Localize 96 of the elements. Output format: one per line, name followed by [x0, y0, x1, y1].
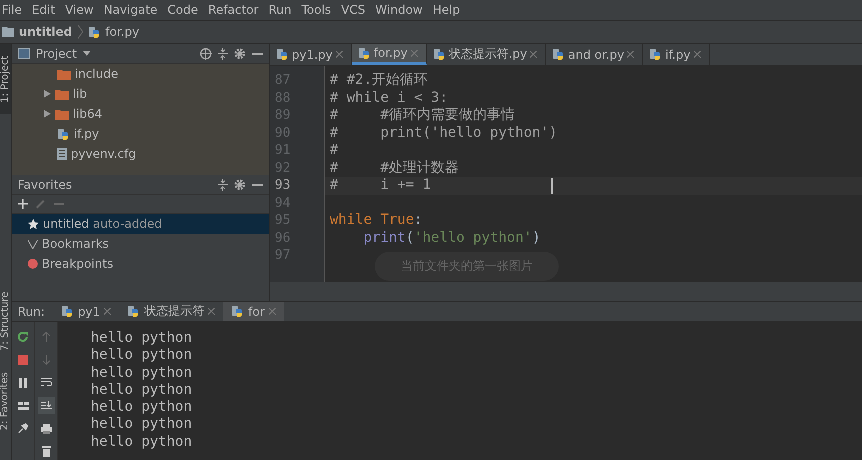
console-output-line: hello python: [91, 416, 192, 432]
folder-icon: [55, 88, 69, 100]
close-icon[interactable]: [336, 51, 343, 58]
tree-item[interactable]: lib: [12, 84, 269, 104]
dropdown-caret-icon[interactable]: [83, 51, 92, 56]
settings-icon[interactable]: [234, 48, 246, 60]
text-file-icon: [57, 148, 67, 160]
scroll-to-end-icon[interactable]: [40, 400, 52, 410]
python-file-icon: [231, 305, 244, 318]
folder-icon: [2, 27, 14, 37]
star-icon: [28, 218, 39, 230]
pin-icon[interactable]: [18, 423, 28, 434]
code-line: # #2.开始循环: [330, 72, 428, 88]
locate-icon[interactable]: [200, 48, 212, 60]
menu-item[interactable]: Window: [376, 3, 423, 17]
scroll-to-end-button[interactable]: [38, 397, 54, 414]
python-file-icon: [552, 48, 566, 61]
editor-tab[interactable]: for.py: [352, 44, 427, 65]
expand-arrow-icon[interactable]: [44, 90, 51, 98]
folder-icon: [57, 68, 71, 80]
breakpoint-icon: [28, 259, 38, 269]
pause-icon[interactable]: [19, 378, 27, 388]
tree-item[interactable]: pyvenv.cfg: [12, 144, 269, 164]
favorites-item[interactable]: untitled auto-added: [12, 214, 269, 234]
python-file-icon: [276, 48, 289, 61]
menu-item[interactable]: Run: [268, 3, 292, 17]
line-number: 93: [274, 177, 292, 194]
side-tab[interactable]: 2: Favorites: [0, 360, 11, 442]
console-output-line: hello python: [91, 364, 192, 381]
code-line: # i += 1: [330, 177, 432, 193]
expand-arrow-icon[interactable]: [44, 110, 51, 118]
soft-wrap-icon[interactable]: [40, 378, 52, 387]
run-tab[interactable]: for: [223, 302, 284, 321]
close-icon[interactable]: [694, 51, 701, 58]
panel-title: Project: [36, 46, 78, 60]
menu-item[interactable]: View: [65, 3, 94, 17]
layout-icon[interactable]: [18, 402, 28, 410]
close-icon[interactable]: [104, 308, 112, 315]
side-tab[interactable]: 7: Structure: [0, 282, 11, 360]
python-file-icon: [432, 48, 446, 61]
chevron-icon: [78, 25, 83, 39]
python-file-icon: [127, 305, 140, 318]
close-icon[interactable]: [530, 51, 538, 58]
console-output-line: hello python: [91, 382, 192, 398]
check-icon: [28, 240, 38, 248]
panel-title: Favorites: [18, 178, 72, 192]
python-file-icon: [57, 128, 70, 140]
collapse-icon[interactable]: [218, 48, 228, 60]
favorites-item[interactable]: Breakpoints: [12, 254, 269, 274]
run-label: Run:: [17, 304, 46, 318]
tree-item[interactable]: lib64: [12, 104, 269, 124]
favorites-item[interactable]: Bookmarks: [12, 234, 269, 254]
minimize-icon[interactable]: [252, 184, 263, 186]
print-icon[interactable]: [40, 424, 52, 434]
minimize-icon[interactable]: [252, 52, 263, 54]
menu-item[interactable]: Code: [168, 3, 198, 17]
trash-icon[interactable]: [42, 446, 50, 457]
run-tab[interactable]: py1: [53, 302, 120, 321]
run-tab[interactable]: 状态提示符: [119, 302, 224, 321]
menu-item[interactable]: Edit: [32, 3, 56, 17]
code-line: #: [330, 142, 338, 158]
python-file-icon: [649, 48, 662, 61]
folder-icon: [55, 108, 69, 120]
console-output-line: hello python: [91, 434, 192, 450]
menu-item[interactable]: VCS: [341, 3, 366, 17]
python-file-icon: [61, 305, 74, 318]
code-line: while True:: [330, 212, 423, 228]
menu-item[interactable]: Tools: [302, 3, 332, 17]
settings-icon[interactable]: [234, 178, 246, 190]
side-tab[interactable]: 1: Project: [0, 44, 11, 114]
breadcrumb-item[interactable]: untitled: [19, 25, 73, 39]
code-line: # print('hello python'): [330, 124, 558, 140]
close-icon[interactable]: [627, 51, 634, 58]
rerun-icon[interactable]: [17, 330, 29, 342]
menu-item[interactable]: File: [2, 3, 22, 17]
menu-item[interactable]: Refactor: [208, 3, 259, 17]
menu-item[interactable]: Navigate: [104, 3, 158, 17]
add-icon[interactable]: [18, 199, 28, 209]
code-line: print('hello python'): [362, 230, 541, 246]
python-file-icon: [88, 26, 101, 38]
menu-item[interactable]: Help: [432, 3, 460, 17]
collapse-icon[interactable]: [218, 178, 228, 190]
breadcrumb-item[interactable]: for.py: [106, 25, 140, 39]
console-output-line: hello python: [91, 399, 192, 416]
code-line: # #循环内需要做的事情: [330, 107, 516, 123]
code-line: # while i < 3:: [330, 90, 448, 106]
text-caret: [551, 178, 553, 194]
python-file-icon: [358, 46, 371, 60]
code-line: # #处理计数器: [330, 160, 460, 176]
close-icon[interactable]: [208, 308, 216, 315]
tree-item[interactable]: if.py: [12, 124, 269, 144]
panel-icon: [18, 48, 30, 59]
console-output-line: hello python: [91, 330, 192, 346]
console-output-line: hello python: [91, 347, 192, 364]
stop-icon[interactable]: [18, 354, 28, 364]
tree-item[interactable]: include: [12, 64, 269, 84]
